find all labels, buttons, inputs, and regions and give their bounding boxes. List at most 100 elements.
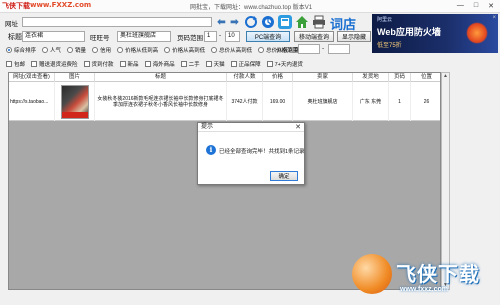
watermark-brand: 飞侠下载 — [2, 2, 30, 10]
col-buyers[interactable]: 付款人数 — [227, 73, 263, 82]
page-from-input[interactable]: 1 — [204, 31, 217, 42]
sort-radio-6[interactable] — [211, 47, 218, 53]
back-icon[interactable]: ⬅ — [216, 17, 227, 28]
col-url[interactable]: 网址(双击查看) — [9, 73, 55, 82]
feixia-logo: 飞侠下载 www.fxxz.com — [352, 252, 498, 302]
wangwang-input[interactable]: 奥杜班旗舰店 — [117, 31, 171, 42]
thumbnail-badge — [61, 111, 88, 118]
sort-label-4: 价格从低到高 — [125, 48, 159, 54]
home-icon[interactable] — [295, 15, 309, 29]
forward-icon[interactable]: ➡ — [229, 17, 240, 28]
filter-checkbox-5[interactable] — [180, 61, 187, 67]
sort-radio-2[interactable] — [67, 47, 74, 53]
col-image[interactable]: 图片 — [55, 73, 95, 82]
table-header: 网址(双击查看) 图片 标题 付款人数 价格 卖家 发货地 页码 位置 — [9, 73, 440, 82]
col-position[interactable]: 位置 — [411, 73, 440, 82]
filter-checkbox-3[interactable] — [119, 61, 126, 67]
filter-label-0: 包邮 — [14, 62, 26, 68]
product-thumbnail — [60, 84, 89, 119]
price-range-sep: - — [322, 45, 325, 52]
ad-title: Web应用防火墙 — [377, 27, 441, 37]
scroll-up-icon[interactable]: ▲ — [442, 73, 449, 80]
page-range-sep: - — [219, 32, 222, 39]
title-input[interactable]: 连衣裙 — [22, 31, 85, 42]
sort-radio-7[interactable] — [258, 47, 265, 53]
row-price: 169.00 — [263, 82, 293, 121]
price-range-label: 价格范围 — [276, 48, 299, 54]
filter-label-6: 天猫 — [213, 62, 225, 68]
col-location[interactable]: 发货地 — [353, 73, 389, 82]
info-dialog: 提示 ✕ i 已经全部查询完毕！共找到1条记录 确定 — [197, 122, 305, 185]
sort-radio-1[interactable] — [42, 47, 49, 53]
print-icon[interactable] — [312, 15, 326, 29]
filter-checkbox-6[interactable] — [205, 61, 212, 67]
row-url[interactable]: https://s.taobao... — [9, 82, 55, 121]
row-location: 广东 东莞 — [353, 82, 389, 121]
page-range-label: 页码范围 — [177, 35, 203, 42]
dialog-close-icon[interactable]: ✕ — [295, 123, 301, 132]
row-seller: 奥杜班旗舰店 — [293, 82, 353, 121]
url-input[interactable] — [22, 17, 212, 27]
sort-radio-4[interactable] — [117, 47, 124, 53]
sort-label-1: 人气 — [50, 48, 62, 54]
filter-label-2: 货到付款 — [91, 62, 114, 68]
sort-label-0: 综合排序 — [14, 48, 37, 54]
sort-label-5: 价格从高到低 — [172, 48, 206, 54]
fire-icon — [466, 22, 488, 44]
table-row[interactable]: https://s.taobao... 女装秋冬装2016新款毛呢连衣裙长袖中长… — [9, 82, 440, 121]
row-position: 26 — [423, 98, 430, 105]
ad-close-icon[interactable]: × — [492, 15, 496, 21]
dialog-title: 提示 — [201, 124, 214, 130]
col-price[interactable]: 价格 — [263, 73, 293, 82]
logo-text: 飞侠下载 — [396, 262, 480, 286]
filter-label-5: 二手 — [188, 62, 200, 68]
col-title[interactable]: 标题 — [95, 73, 227, 82]
info-icon: i — [206, 145, 216, 155]
sort-radio-0[interactable] — [6, 47, 12, 53]
price-to-input[interactable] — [328, 44, 350, 54]
sort-options: 综合排序 人气 销量 信用 价格从低到高 价格从高到低 总价从高到低 总价从低到… — [6, 46, 299, 54]
dialog-titlebar: 提示 ✕ — [198, 123, 304, 132]
mobile-query-button[interactable]: 移动端查询 — [294, 31, 334, 42]
filter-checkbox-4[interactable] — [144, 61, 151, 67]
row-image — [55, 82, 95, 121]
row-page: 1 — [389, 82, 411, 121]
page-to-input[interactable]: 10 — [225, 31, 240, 42]
filter-label-8: 7+天内退货 — [274, 62, 303, 68]
url-label: 网址 — [5, 21, 18, 28]
sort-label-3: 信用 — [100, 48, 112, 54]
ad-brand: 阿里云 — [377, 17, 393, 23]
filter-checkbox-2[interactable] — [83, 61, 90, 67]
toggle-visibility-button[interactable]: 显示隐藏 — [337, 31, 371, 42]
col-page[interactable]: 页码 — [389, 73, 411, 82]
wangwang-label: 旺旺号 — [90, 35, 110, 42]
sort-radio-5[interactable] — [164, 47, 171, 53]
ok-button[interactable]: 确定 — [270, 171, 298, 181]
sort-label-2: 销量 — [75, 48, 87, 54]
price-from-input[interactable] — [298, 44, 320, 54]
filter-checkbox-8[interactable] — [266, 61, 273, 67]
logo-url: www.fxxz.com — [400, 286, 448, 293]
col-seller[interactable]: 卖家 — [293, 73, 353, 82]
dialog-message: 已经全部查询完毕！共找到1条记录 — [219, 149, 305, 155]
filter-label-3: 新品 — [127, 62, 139, 68]
query-icon[interactable] — [261, 15, 275, 29]
refresh-icon[interactable] — [244, 15, 258, 29]
title-label: 标题 — [8, 34, 22, 41]
filter-checkbox-1[interactable] — [31, 61, 38, 67]
calculator-icon[interactable] — [278, 15, 292, 29]
feixia-logo-icon — [352, 254, 392, 294]
ad-banner[interactable]: 阿里云 Web应用防火墙 低至75折 × — [372, 14, 498, 53]
filter-checkbox-7[interactable] — [230, 61, 237, 67]
filter-label-7: 正品保障 — [238, 62, 261, 68]
filter-checkbox-0[interactable] — [6, 61, 12, 67]
pc-query-button[interactable]: PC端查询 — [246, 31, 290, 42]
filter-label-1: 赠送退货运费险 — [39, 62, 78, 68]
filter-label-4: 海外商品 — [152, 62, 175, 68]
sort-radio-3[interactable] — [92, 47, 99, 53]
sort-label-6: 总价从高到低 — [219, 48, 253, 54]
filter-options: 包邮 赠送退货运费险 货到付款 新品 海外商品 二手 天猫 正品保障 7+天内退… — [6, 60, 303, 68]
row-title: 女装秋冬装2016新款毛呢连衣裙长袖中长款修身打底裙冬季加厚连衣裙子秋冬小香风长… — [95, 82, 227, 121]
row-buyers: 3742人付款 — [227, 82, 263, 121]
ad-price: 低至75折 — [377, 43, 402, 49]
